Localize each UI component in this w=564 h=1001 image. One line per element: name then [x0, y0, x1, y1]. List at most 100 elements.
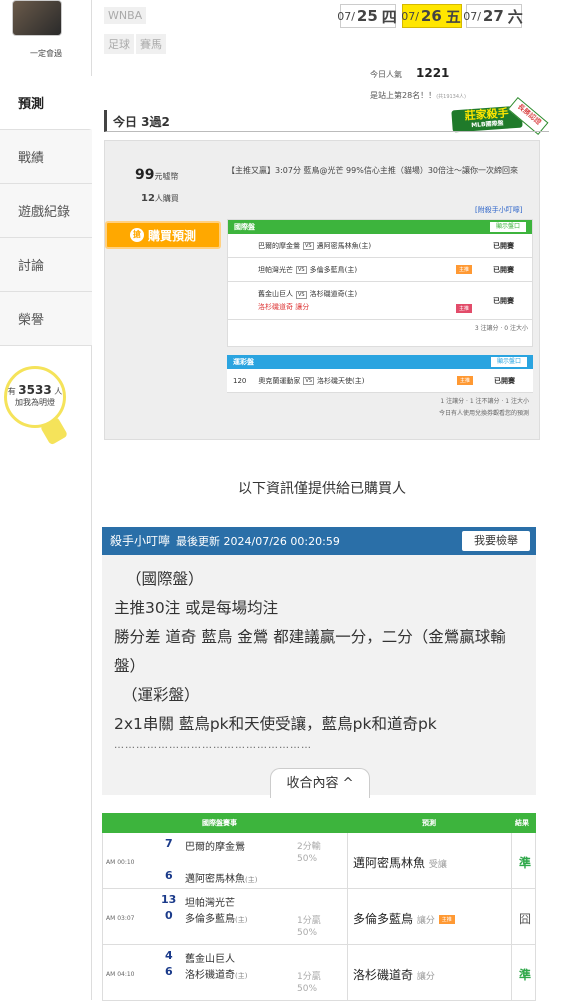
buyers-only-notice: 以下資訊僅提供給已購買人	[238, 481, 406, 497]
date-weekday: 四	[381, 7, 397, 26]
buyers-value: 12	[141, 193, 155, 204]
away-team: 舊金山巨人	[258, 290, 293, 298]
fans-note: 加我為明燈	[15, 398, 55, 407]
date-day: 25	[356, 7, 378, 25]
tag-wnba[interactable]: WNBA	[104, 7, 147, 24]
grab-icon: 搶	[129, 228, 144, 242]
main-pick-badge: 主推	[438, 915, 455, 924]
vs-icon: VS	[296, 265, 307, 274]
results-table: 國際盤賽事 預測 結果 AM 00:10 7 巴爾的摩金鶯 6 邁阿密馬林魚(主…	[102, 813, 536, 1001]
away-team: 坦帕灣光芒	[185, 898, 235, 909]
pick-panel: 99元噓幣 12人購買 搶購買預測 【主推又贏】3:07分 藍鳥@光芒 99%信…	[104, 140, 540, 440]
tag-soccer[interactable]: 足球	[104, 34, 134, 54]
coupon-note: 今日有人使用兌換券觀看您的預測	[438, 410, 529, 417]
intl-row: 巴爾的摩金鶯 VS 邁阿密馬林魚(主) 已開賽	[228, 234, 532, 258]
home-team: 多倫多藍鳥	[185, 914, 235, 925]
lottery-note: 1 注讓分 · 1 注不讓分 · 1 注大小	[440, 398, 529, 405]
popularity-label: 今日人氣	[370, 70, 402, 79]
tag-horse[interactable]: 賽馬	[136, 34, 166, 54]
sidebar-item-label: 預測	[18, 97, 45, 112]
sidebar-item-game-log[interactable]: 遊戲紀錄	[0, 184, 92, 238]
main-pick-badge: 主推	[455, 265, 472, 274]
rank: 是站上第28名！！(共19134人)	[370, 90, 466, 101]
collapse-content-button[interactable]: 收合內容 ^	[270, 768, 370, 798]
home-tag: (主)	[235, 916, 248, 924]
game-time: AM 00:10	[106, 859, 135, 866]
updated-time: 最後更新 2024/07/26 00:20:59	[176, 535, 340, 548]
vs-icon: VS	[303, 241, 314, 250]
home-team: 洛杉磯道奇(主)	[309, 290, 358, 298]
sidebar-item-discussion[interactable]: 討論	[0, 238, 92, 292]
sidebar-item-record[interactable]: 戰績	[0, 130, 92, 184]
away-team: 奧克蘭運動家	[258, 376, 301, 385]
show-odds-button[interactable]: 顯示盤口	[490, 357, 527, 367]
sidebar-item-label: 榮譽	[18, 313, 45, 328]
away-score: 7	[165, 837, 173, 850]
fans-count: 3533	[18, 383, 52, 397]
intl-row: 舊金山巨人 VS 洛杉磯道奇(主) 洛杉磯道奇 讓分 主推 已開賽	[228, 282, 532, 320]
status: 已開賽	[493, 297, 514, 305]
sidebar-item-predict[interactable]: 預測	[0, 76, 92, 130]
price: 99元噓幣	[135, 167, 178, 183]
divider	[347, 889, 348, 945]
pred-type: 讓分	[416, 916, 435, 926]
table-row: AM 03:07 13 坦帕灣光芒 0 多倫多藍鳥(主) 1分贏 50% 多倫多藍…	[102, 889, 536, 945]
divider	[511, 945, 512, 1001]
predicted-team: 洛杉磯道奇	[353, 968, 414, 982]
lottery-row: 120 奧克蘭運動家 VS 洛杉磯天使(主) 主推 已開賽	[227, 369, 533, 393]
handicap: 1分贏	[297, 916, 321, 926]
show-odds-button[interactable]: 顯示盤口	[489, 222, 526, 232]
results-header: 國際盤賽事 預測 結果	[102, 813, 536, 833]
killer-notes-body: （國際盤） 主推30注 或是每場均注 勝分差 道奇 藍鳥 金鶯 都建議贏一分，二…	[102, 555, 536, 795]
username: 一定會過	[30, 49, 62, 58]
fans-prefix: 有	[7, 387, 16, 396]
rank-small: (共19134人)	[436, 94, 466, 100]
buy-prediction-button[interactable]: 搶購買預測	[105, 221, 221, 249]
popularity: 今日人氣 1221	[370, 66, 449, 80]
note-dots: ………………………………………………	[114, 740, 312, 751]
pred-type: 受讓	[428, 860, 447, 870]
fans-suffix: 人	[54, 387, 63, 396]
sport-tags: WNBA 足球 賽馬	[104, 4, 168, 54]
date-tab-0725[interactable]: 07/25 四	[337, 4, 397, 28]
lottery-title: 運彩盤	[233, 358, 254, 366]
lottery-grid: 運彩盤 顯示盤口 120 奧克蘭運動家 VS 洛杉磯天使(主) 主推 已開賽 1 注讓分 ·…	[227, 355, 533, 437]
col-header: 預測	[422, 819, 436, 827]
status: 已開賽	[493, 241, 514, 250]
date-weekday: 六	[507, 7, 523, 26]
home-score: 6	[165, 869, 173, 882]
home-team: 洛杉磯天使(主)	[316, 376, 365, 385]
game-time: AM 03:07	[106, 915, 135, 922]
away-team: 巴爾的摩金鶯	[258, 241, 300, 250]
result-mark: 準	[519, 856, 532, 870]
date-tab-0727[interactable]: 07/27 六	[463, 4, 523, 28]
pred-type: 讓分	[416, 972, 435, 982]
handicap: 1分贏	[297, 972, 321, 982]
date-tab-0726[interactable]: 07/26 五	[401, 4, 462, 28]
pick-headline: 【主推又贏】3:07分 藍鳥@光芒 99%信心主推（貓場）30倍注～讓你一次締回…	[227, 166, 519, 175]
table-row: AM 04:10 4 舊金山巨人 6 洛杉磯道奇(主) 1分贏 50% 洛杉磯道奇…	[102, 945, 536, 1001]
attach-link[interactable]: [附殺手小叮嚀]	[475, 205, 522, 215]
pick-type: 讓分	[295, 303, 310, 311]
home-score: 0	[165, 909, 173, 922]
away-score: 13	[161, 893, 177, 906]
home-team: 洛杉磯道奇	[185, 970, 235, 981]
home-team: 邁阿密馬林魚	[185, 874, 245, 885]
price-value: 99	[135, 167, 155, 183]
today-title: 今日 3過2	[104, 110, 549, 132]
avatar[interactable]	[12, 0, 62, 36]
game-time: AM 04:10	[106, 971, 135, 978]
date-day: 26	[420, 7, 442, 25]
col-header: 結果	[515, 819, 529, 827]
table-row: AM 00:10 7 巴爾的摩金鶯 6 邁阿密馬林魚(主) 2分輸 50% 邁阿密…	[102, 833, 536, 889]
follow-lightbulb-button[interactable]: 有 3533 人 加我為明燈	[4, 366, 66, 428]
divider	[511, 889, 512, 945]
note-line: 主推30注 或是每場均注	[114, 599, 279, 617]
date-weekday: 五	[445, 7, 461, 26]
date-month: 07/	[337, 9, 355, 23]
report-button[interactable]: 我要檢舉	[462, 531, 530, 551]
status: 已開賽	[494, 376, 515, 385]
sidebar-item-honor[interactable]: 榮譽	[0, 292, 92, 346]
intl-title: 國際盤	[234, 223, 255, 231]
note-line: （運彩盤）	[122, 686, 200, 704]
